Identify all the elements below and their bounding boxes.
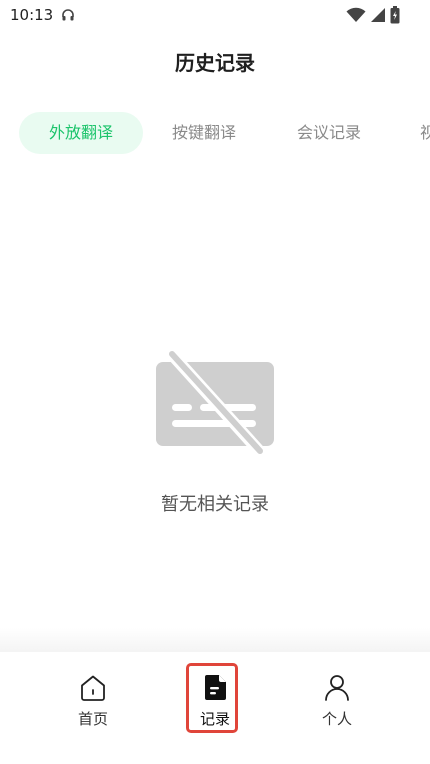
status-time: 10:13 bbox=[10, 6, 54, 24]
signal-icon bbox=[371, 8, 385, 22]
home-icon bbox=[81, 675, 105, 701]
nav-item-records[interactable]: 记录 bbox=[165, 652, 265, 742]
nav-label-profile: 个人 bbox=[321, 710, 352, 728]
bottom-nav-shadow bbox=[0, 628, 430, 654]
battery-icon bbox=[390, 6, 400, 24]
nav-label-records: 记录 bbox=[199, 710, 230, 728]
bottom-nav: 首页 记录 个人 bbox=[0, 652, 430, 764]
wifi-icon bbox=[346, 7, 366, 22]
headset-icon bbox=[62, 9, 74, 21]
nav-item-profile[interactable]: 个人 bbox=[287, 652, 387, 742]
tab-meeting-records[interactable]: 会议记录 bbox=[297, 112, 361, 154]
page-title: 历史记录 bbox=[175, 51, 255, 75]
nav-item-home[interactable]: 首页 bbox=[43, 652, 143, 742]
tab-speaker-translation[interactable]: 外放翻译 bbox=[19, 112, 143, 154]
status-icons bbox=[346, 6, 400, 24]
document-icon bbox=[205, 675, 226, 700]
nav-label-home: 首页 bbox=[77, 710, 108, 728]
tab-video[interactable]: 视 bbox=[420, 112, 430, 154]
status-bar: 10:13 bbox=[0, 0, 430, 30]
tab-button-translation[interactable]: 按键翻译 bbox=[172, 112, 236, 154]
empty-state-message: 暂无相关记录 bbox=[161, 494, 269, 515]
tab-strip: 外放翻译 按键翻译 会议记录 视 bbox=[0, 112, 430, 156]
person-icon bbox=[325, 675, 349, 701]
no-records-icon bbox=[156, 350, 274, 456]
